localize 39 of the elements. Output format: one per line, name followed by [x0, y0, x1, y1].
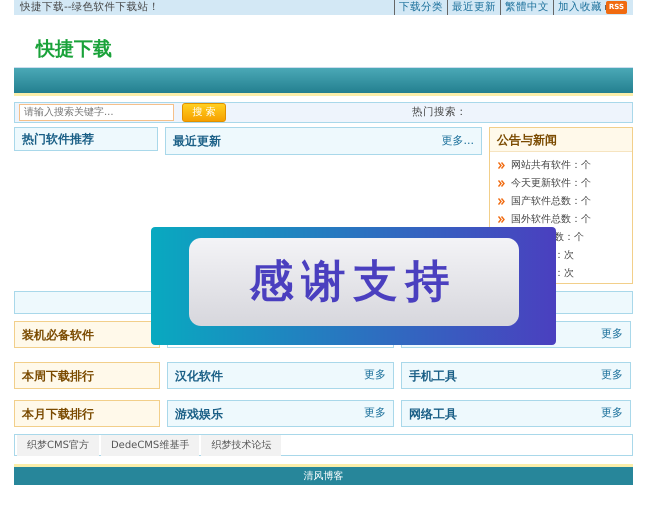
more-link[interactable]: 更多 [601, 405, 623, 422]
more-link[interactable]: 更多 [364, 405, 386, 422]
news-item: 国产软件总数：个 [511, 194, 591, 208]
hot-search-label: 热门搜索： [412, 104, 467, 120]
news-item: ：次 [554, 266, 574, 280]
double-chevron-icon [498, 180, 505, 186]
search-field[interactable]: 请输入搜索关键字... [19, 104, 174, 121]
panel-title: 本月下载排行 [22, 406, 94, 422]
panel-title: 游戏娱乐 [175, 406, 223, 422]
more-link[interactable]: 更多 [601, 367, 623, 384]
friend-link[interactable]: 织梦CMS官方 [17, 434, 99, 456]
friend-link[interactable]: DedeCMS维基手 [100, 434, 200, 456]
panel-title: 公告与新闻 [497, 132, 557, 148]
nav-link[interactable]: 加入收藏 [552, 0, 602, 16]
footer-bar: 清风博客 [14, 464, 633, 485]
banner-text: 感谢支持 [188, 238, 518, 326]
site-logo[interactable]: 快捷下载 [36, 35, 633, 67]
site-slogan: 快捷下载--绿色软件下载站！ [20, 0, 160, 15]
more-link[interactable]: 更多... [442, 132, 474, 150]
news-item: 国外软件总数：个 [511, 212, 591, 226]
double-chevron-icon [498, 162, 505, 168]
panel-title: 网络工具 [409, 406, 457, 422]
panel-title: 汉化软件 [175, 368, 223, 384]
panel-title: 本周下载排行 [22, 368, 94, 384]
nav-link[interactable]: 最近更新 [446, 0, 496, 16]
news-item: 今天更新软件：个 [511, 176, 591, 190]
news-item: ：次 [554, 248, 574, 262]
nav-link[interactable]: 下载分类 [394, 0, 443, 16]
nav-link[interactable]: 繁體中文 [500, 0, 549, 16]
friend-link[interactable]: 织梦技术论坛 [201, 434, 282, 456]
panel-title: 热门软件推荐 [22, 131, 94, 148]
panel-title: 装机必备软件 [22, 326, 94, 344]
double-chevron-icon [498, 216, 505, 222]
more-link[interactable]: 更多 [364, 367, 386, 384]
panel-title: 最近更新 [173, 133, 221, 150]
more-link[interactable]: 更多 [601, 326, 623, 343]
panel-title: 手机工具 [409, 368, 457, 384]
news-item: 网站共有软件：个 [511, 158, 591, 172]
double-chevron-icon [498, 198, 505, 204]
